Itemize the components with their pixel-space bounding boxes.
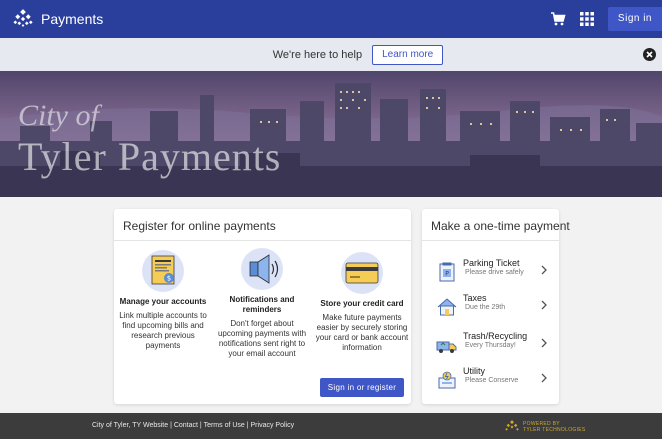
recycling-truck-icon [436,341,457,353]
feature-title: Manage your accounts [119,297,207,306]
feature-description: Link multiple accounts to find upcoming … [119,311,207,350]
hero-title: Tyler Payments [18,134,282,179]
svg-text:P: P [445,271,449,278]
footer: City of Tyler, TY Website | Contact | Te… [0,413,662,439]
register-card-title: Register for online payments [123,219,276,233]
sign-in-button[interactable]: Sign in [607,7,662,31]
sign-in-or-register-button[interactable]: Sign in or register [320,378,404,397]
footer-link-privacy[interactable]: Privacy Policy [251,422,295,429]
app-name: Payments [41,11,104,27]
payment-item-utility[interactable]: Utility Please Conserve [436,365,548,397]
utility-icon [438,371,456,389]
feature-title: Notifications and reminders [229,295,295,314]
megaphone-icon [241,248,283,290]
payment-item-title: Parking Ticket [463,258,520,268]
help-banner: We're here to help Learn more [0,38,662,71]
payment-item-trash-recycling[interactable]: Trash/Recycling Every Thursday! [436,330,548,362]
hero-banner: City of Tyler Payments [0,71,662,197]
footer-link-contact[interactable]: Contact [174,422,198,429]
credit-card-icon [341,252,383,294]
payment-item-title: Trash/Recycling [463,331,528,341]
divider [114,240,411,241]
chevron-right-icon [541,300,547,310]
feature-description: Don't forget about upcoming payments wit… [217,319,307,358]
apps-grid-icon[interactable] [579,12,594,26]
chevron-right-icon [541,338,547,348]
feature-title: Store your credit card [320,299,404,308]
payment-item-subtitle: Please drive safely [465,269,524,276]
payment-item-title: Taxes [463,293,487,303]
brand[interactable]: Payments [13,9,103,29]
tyler-logo-icon [13,9,33,27]
chevron-right-icon [541,265,547,275]
top-navigation-bar: Payments Sign in [0,0,662,38]
learn-more-button[interactable]: Learn more [372,44,444,65]
payment-item-subtitle: Due the 29th [465,304,506,311]
payment-item-subtitle: Every Thursday! [465,342,516,349]
feature-store-card: Store your credit card Make future payme… [315,251,409,353]
bill-document-icon: $ [142,250,184,292]
footer-link-city-website[interactable]: City of Tyler, TY Website [92,422,168,429]
footer-link-terms[interactable]: Terms of Use [204,422,245,429]
footer-links: City of Tyler, TY Website | Contact | Te… [92,422,294,429]
feature-notifications: Notifications and reminders Don't forget… [215,247,309,359]
house-icon [437,298,457,316]
one-time-payment-card: Make a one-time payment P Parking Ticket… [422,209,570,404]
shopping-cart-icon[interactable] [550,11,566,27]
payment-item-title: Utility [463,366,485,376]
feature-manage-accounts: $ Manage your accounts Link multiple acc… [116,249,210,351]
svg-text:$: $ [167,275,171,283]
payment-item-taxes[interactable]: Taxes Due the 29th [436,292,548,324]
payment-item-subtitle: Please Conserve [465,377,519,384]
close-icon[interactable] [643,48,656,61]
help-text: We're here to help [272,48,363,61]
powered-by-text: POWERED BY TYLER TECHNOLOGIES [523,421,586,433]
payment-item-parking-ticket[interactable]: P Parking Ticket Please drive safely [436,257,548,289]
parking-ticket-icon: P [439,262,455,282]
header-actions: Sign in [550,0,662,38]
powered-by-tyler[interactable]: POWERED BY TYLER TECHNOLOGIES [505,420,586,434]
one-time-card-title: Make a one-time payment [431,219,570,233]
register-card: Register for online payments $ Manage yo… [114,209,411,404]
hero-script-text: City of [18,99,99,132]
powered-by-company: TYLER TECHNOLOGIES [523,427,586,433]
feature-description: Make future payments easier by securely … [315,313,409,352]
chevron-right-icon [541,373,547,383]
tyler-logo-icon [505,420,519,431]
divider [422,240,559,241]
